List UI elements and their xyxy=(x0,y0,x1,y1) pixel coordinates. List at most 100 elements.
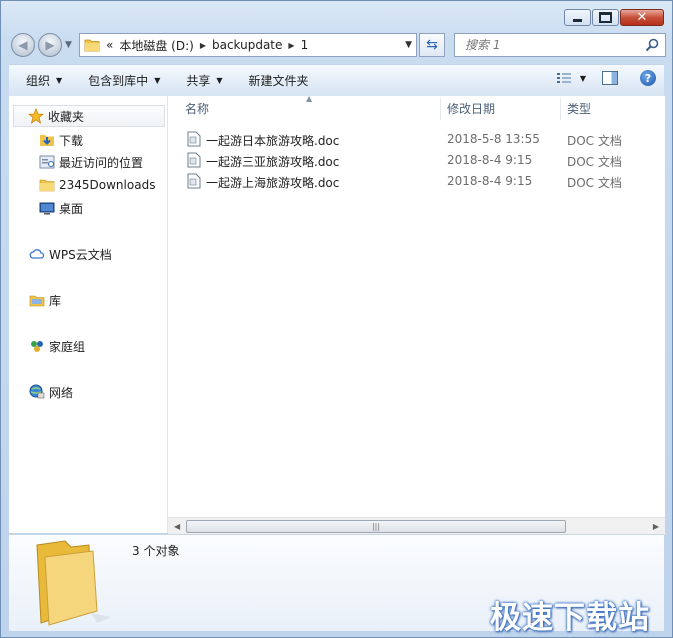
sidebar-item-favorites[interactable]: 收藏夹 xyxy=(13,105,165,127)
view-dropdown-icon[interactable]: ▼ xyxy=(580,74,586,83)
recent-pages-dropdown[interactable]: ▼ xyxy=(65,40,72,50)
folder-large-icon xyxy=(36,540,111,626)
watermark-text: 极速下载站 xyxy=(490,600,650,636)
scroll-right-icon[interactable]: ▶ xyxy=(653,522,659,531)
library-icon xyxy=(29,295,45,307)
sidebar-item-libraries[interactable]: 库 xyxy=(29,289,61,311)
maximize-icon xyxy=(599,12,612,23)
new-folder-label: 新建文件夹 xyxy=(248,74,309,88)
minimize-button[interactable] xyxy=(564,9,591,26)
column-divider[interactable] xyxy=(560,98,561,120)
file-type: DOC 文档 xyxy=(567,134,622,148)
file-date: 2018-8-4 9:15 xyxy=(447,174,533,188)
file-row[interactable]: 一起游上海旅游攻略.doc 2018-8-4 9:15 DOC 文档 xyxy=(184,171,662,192)
breadcrumb-drive[interactable]: 本地磁盘 (D:) xyxy=(119,37,193,54)
doc-file-icon xyxy=(187,152,201,168)
share-button[interactable]: 共享 ▼ xyxy=(177,72,231,89)
details-pane: 3 个对象 极速下载站 xyxy=(9,534,664,636)
refresh-button[interactable]: ⇆ xyxy=(419,33,445,57)
sidebar-item-label: 下载 xyxy=(59,133,84,148)
file-date: 2018-8-4 9:15 xyxy=(447,153,533,167)
explorer-window: ✕ ◀ ▶ ▼ « 本地磁盘 (D:) ▶ backupdate ▶ 1 ▼ ⇆ xyxy=(0,0,673,638)
item-count: 3 个对象 xyxy=(132,544,180,558)
sidebar-item-wps-cloud[interactable]: WPS云文档 xyxy=(29,243,112,265)
sidebar-item-recent[interactable]: 最近访问的位置 xyxy=(39,151,143,173)
back-arrow-icon: ◀ xyxy=(18,38,28,52)
maximize-button[interactable] xyxy=(592,9,619,26)
address-dropdown-icon[interactable]: ▼ xyxy=(405,40,412,50)
breadcrumb-1[interactable]: 1 xyxy=(301,38,309,52)
sidebar-item-downloads[interactable]: 下载 xyxy=(39,129,83,151)
forward-arrow-icon: ▶ xyxy=(45,38,55,52)
preview-pane-icon[interactable] xyxy=(602,71,618,85)
sidebar-item-label: 2345Downloads xyxy=(59,178,156,192)
command-bar: 组织 ▼ 包含到库中 ▼ 共享 ▼ 新建文件夹 ▼ ? xyxy=(9,64,664,97)
sidebar-item-label: 网络 xyxy=(49,385,74,400)
desktop-icon xyxy=(39,202,55,215)
grip-icon: ||| xyxy=(371,522,381,531)
cloud-icon xyxy=(29,249,45,259)
include-in-library-button[interactable]: 包含到库中 ▼ xyxy=(79,72,169,89)
view-controls: ▼ ? xyxy=(556,70,656,86)
file-row[interactable]: 一起游日本旅游攻略.doc 2018-5-8 13:55 DOC 文档 xyxy=(184,129,662,150)
folder-icon xyxy=(84,39,100,52)
file-name: 一起游上海旅游攻略.doc xyxy=(206,176,340,190)
sidebar-item-label: 家庭组 xyxy=(49,339,86,354)
search-input[interactable] xyxy=(463,37,637,53)
chevron-right-icon[interactable]: ▶ xyxy=(288,41,294,50)
star-icon xyxy=(28,108,44,124)
download-folder-icon xyxy=(40,135,54,146)
address-bar[interactable]: « 本地磁盘 (D:) ▶ backupdate ▶ 1 ▼ xyxy=(79,33,417,57)
column-header-type[interactable]: 类型 xyxy=(567,96,591,121)
navigation-pane: 收藏夹 下载 最近访问的位置 2345Downloads 桌面 WPS云文档 库… xyxy=(9,96,168,533)
chevron-down-icon: ▼ xyxy=(216,76,223,85)
horizontal-scrollbar[interactable]: ◀ ||| ▶ xyxy=(168,517,665,535)
file-date: 2018-5-8 13:55 xyxy=(447,132,540,146)
column-label: 名称 xyxy=(185,102,210,116)
navigation-bar: ◀ ▶ ▼ « 本地磁盘 (D:) ▶ backupdate ▶ 1 ▼ ⇆ xyxy=(9,31,666,59)
sidebar-item-2345downloads[interactable]: 2345Downloads xyxy=(39,174,155,196)
file-type: DOC 文档 xyxy=(567,176,622,190)
search-box[interactable] xyxy=(454,33,666,57)
folder-icon xyxy=(39,179,55,192)
breadcrumb-backupdate[interactable]: backupdate xyxy=(212,38,282,52)
forward-button[interactable]: ▶ xyxy=(38,33,62,57)
include-in-library-label: 包含到库中 xyxy=(88,74,149,88)
close-icon: ✕ xyxy=(636,10,648,25)
network-icon xyxy=(29,384,45,399)
chevron-right-icon[interactable]: ▶ xyxy=(200,41,206,50)
sidebar-item-label: 桌面 xyxy=(59,201,84,216)
column-label: 修改日期 xyxy=(447,102,496,116)
new-folder-button[interactable]: 新建文件夹 xyxy=(240,72,318,89)
file-list: ▲ 名称 修改日期 类型 一起游日本旅游攻略.doc 2018-5-8 13:5… xyxy=(168,94,665,535)
sidebar-item-desktop[interactable]: 桌面 xyxy=(39,197,83,219)
caption-buttons: ✕ xyxy=(563,9,664,26)
column-label: 类型 xyxy=(567,102,592,116)
back-button[interactable]: ◀ xyxy=(11,33,35,57)
close-button[interactable]: ✕ xyxy=(620,9,664,26)
sidebar-item-homegroup[interactable]: 家庭组 xyxy=(29,335,85,357)
sidebar-item-label: 库 xyxy=(49,293,62,308)
organize-button[interactable]: 组织 ▼ xyxy=(17,72,71,89)
column-header-date[interactable]: 修改日期 xyxy=(447,96,495,121)
minimize-icon xyxy=(573,19,582,22)
view-options-icon[interactable] xyxy=(556,71,572,85)
organize-label: 组织 xyxy=(26,74,51,88)
sidebar-item-label: 收藏夹 xyxy=(48,109,85,124)
help-icon[interactable]: ? xyxy=(640,70,656,86)
sidebar-item-network[interactable]: 网络 xyxy=(29,381,73,403)
scrollbar-thumb[interactable]: ||| xyxy=(186,520,566,533)
search-icon xyxy=(645,38,659,52)
refresh-icon: ⇆ xyxy=(426,37,438,53)
share-label: 共享 xyxy=(186,74,211,88)
sidebar-item-label: 最近访问的位置 xyxy=(59,155,144,170)
doc-file-icon xyxy=(187,173,201,189)
file-type: DOC 文档 xyxy=(567,155,622,169)
doc-file-icon xyxy=(187,131,201,147)
file-row[interactable]: 一起游三亚旅游攻略.doc 2018-8-4 9:15 DOC 文档 xyxy=(184,150,662,171)
scroll-left-icon[interactable]: ◀ xyxy=(174,522,180,531)
column-header-name[interactable]: 名称 xyxy=(185,96,209,121)
address-overflow[interactable]: « xyxy=(106,38,113,52)
chevron-down-icon: ▼ xyxy=(154,76,161,85)
column-divider[interactable] xyxy=(440,98,441,120)
